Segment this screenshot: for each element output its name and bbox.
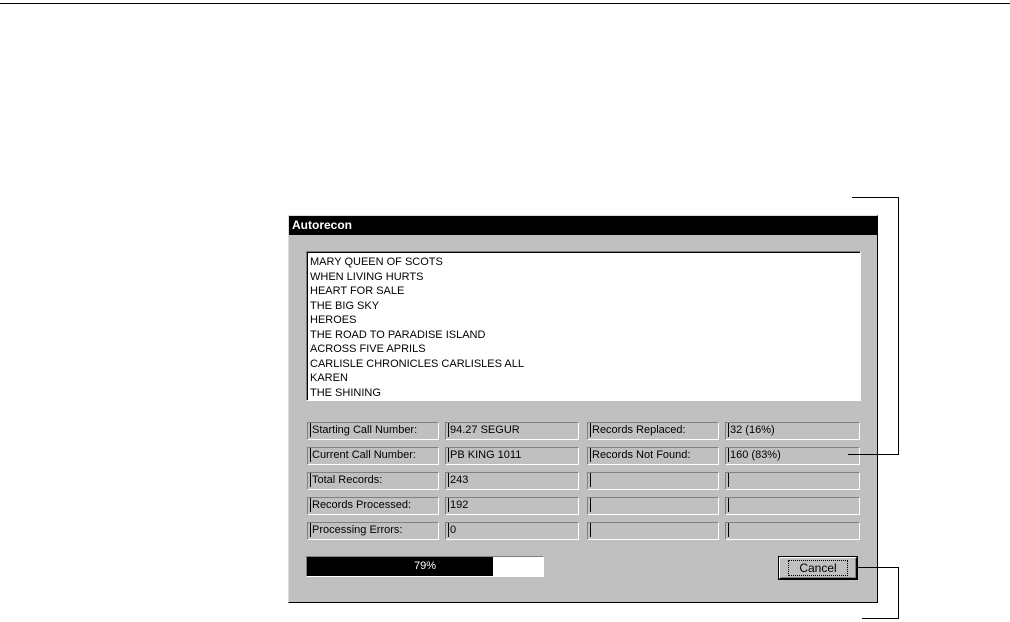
- list-item[interactable]: MARY QUEEN OF SCOTS: [310, 255, 860, 270]
- records-replaced-label: Records Replaced:: [587, 422, 719, 440]
- starting-call-number-label: Starting Call Number:: [307, 422, 439, 440]
- dialog-title: Autorecon: [292, 218, 352, 232]
- list-item[interactable]: CARLISLE CHRONICLES CARLISLES ALL: [310, 357, 860, 372]
- empty-stat-label: [587, 522, 719, 540]
- starting-call-number-value: 94.27 SEGUR: [445, 422, 579, 440]
- total-records-label: Total Records:: [307, 472, 439, 490]
- records-replaced-value: 32 (16%): [725, 422, 860, 440]
- page-top-rule: [0, 3, 1010, 4]
- list-item[interactable]: HEART FOR SALE: [310, 284, 860, 299]
- list-item[interactable]: WHEN LIVING HURTS: [310, 270, 860, 285]
- records-processed-value: 192: [445, 497, 579, 515]
- list-item[interactable]: HEROES: [310, 313, 860, 328]
- callout-line-right-lower: [898, 567, 899, 619]
- cancel-button-label: Cancel: [788, 560, 848, 576]
- records-processed-value-text: 192: [448, 498, 578, 512]
- progress-bar-label: 79%: [413, 560, 437, 572]
- list-item[interactable]: KAREN: [310, 371, 860, 386]
- processing-errors-label-text: Processing Errors:: [310, 523, 438, 537]
- records-processed-label: Records Processed:: [307, 497, 439, 515]
- processing-errors-value: 0: [445, 522, 579, 540]
- total-records-label-text: Total Records:: [310, 473, 438, 487]
- current-call-number-label: Current Call Number:: [307, 447, 439, 465]
- current-call-number-value-text: PB KING 1011: [448, 448, 578, 462]
- empty-stat-value: [725, 497, 860, 515]
- total-records-value: 243: [445, 472, 579, 490]
- processing-errors-value-text: 0: [448, 523, 578, 537]
- records-not-found-label-text: Records Not Found:: [590, 448, 718, 462]
- list-item[interactable]: THE ROAD TO PARADISE ISLAND: [310, 328, 860, 343]
- empty-stat-label: [587, 472, 719, 490]
- records-not-found-value-text: 160 (83%): [728, 448, 859, 462]
- records-not-found-value: 160 (83%): [725, 447, 860, 465]
- callout-line-bottom-lower: [862, 618, 899, 619]
- total-records-value-text: 243: [448, 473, 578, 487]
- callout-line-top-lower: [856, 567, 899, 568]
- starting-call-number-value-text: 94.27 SEGUR: [448, 423, 578, 437]
- dialog-title-bar[interactable]: Autorecon: [289, 216, 877, 235]
- records-not-found-label: Records Not Found:: [587, 447, 719, 465]
- list-item[interactable]: THE SHINING: [310, 386, 860, 401]
- records-replaced-label-text: Records Replaced:: [590, 423, 718, 437]
- list-item[interactable]: ACROSS FIVE APRILS: [310, 342, 860, 357]
- list-item[interactable]: THE BIG SKY: [310, 299, 860, 314]
- empty-stat-value: [725, 522, 860, 540]
- autorecon-dialog: Autorecon MARY QUEEN OF SCOTS WHEN LIVIN…: [288, 215, 878, 603]
- records-processed-label-text: Records Processed:: [310, 498, 438, 512]
- records-replaced-value-text: 32 (16%): [728, 423, 859, 437]
- current-call-number-value: PB KING 1011: [445, 447, 579, 465]
- empty-stat-label: [587, 497, 719, 515]
- callout-line-right-upper: [898, 197, 899, 455]
- callout-line-top: [852, 197, 899, 198]
- callout-line-bottom-upper: [848, 454, 899, 455]
- progress-bar: 79%: [306, 556, 544, 577]
- cancel-button[interactable]: Cancel: [779, 557, 857, 579]
- processing-errors-label: Processing Errors:: [307, 522, 439, 540]
- starting-call-number-label-text: Starting Call Number:: [310, 423, 438, 437]
- titles-list-box[interactable]: MARY QUEEN OF SCOTS WHEN LIVING HURTS HE…: [306, 251, 861, 401]
- current-call-number-label-text: Current Call Number:: [310, 448, 438, 462]
- empty-stat-value: [725, 472, 860, 490]
